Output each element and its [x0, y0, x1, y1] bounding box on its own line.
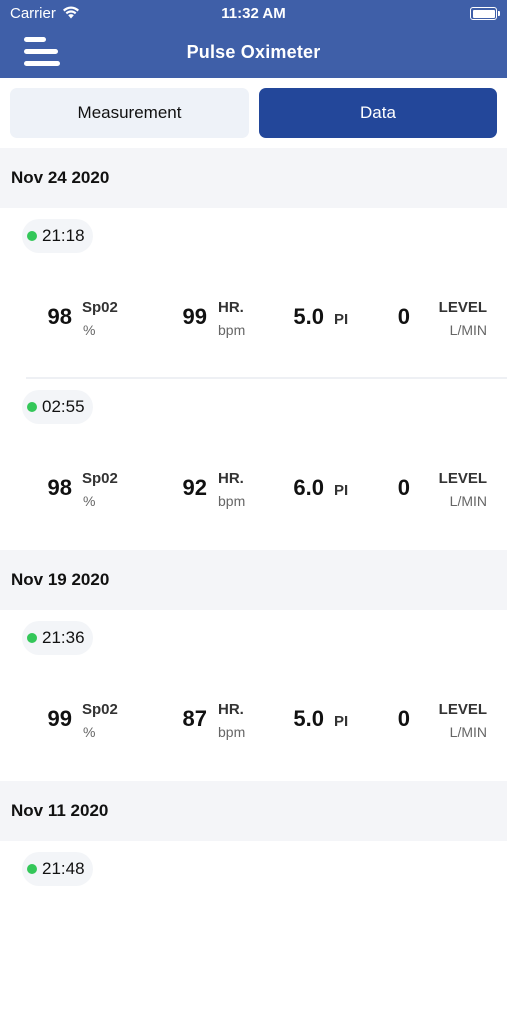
- date-header: Nov 19 2020: [0, 550, 507, 610]
- measurement-record[interactable]: 21:48: [0, 841, 507, 1012]
- date-header: Nov 24 2020: [0, 148, 507, 208]
- measurement-record[interactable]: 21:36 99 Sp02% 87 HR. bpm 5.0 PI 0 LEVEL L/MIN: [0, 610, 507, 781]
- hr-unit: bpm: [218, 322, 246, 338]
- spo2-unit: %: [83, 493, 96, 509]
- hr-label: HR.: [218, 470, 244, 487]
- spo2-label: Sp02: [82, 299, 118, 316]
- time-label: 21:36: [42, 628, 85, 647]
- hr-label: HR.: [218, 299, 244, 316]
- history-list: Nov 24 2020 21:18 98 Sp02% 99 HR. bpm 5.0 PI 0 LEV…: [0, 148, 507, 1012]
- level-value: 0: [397, 304, 410, 329]
- status-dot-icon: [27, 864, 37, 874]
- clock: 11:32 AM: [221, 5, 286, 22]
- navigation-bar: Pulse Oximeter: [0, 28, 507, 78]
- pi-label: PI: [334, 311, 349, 328]
- time-label: 21:48: [42, 859, 85, 878]
- battery-icon: [470, 7, 500, 20]
- tab-data[interactable]: Data: [259, 88, 497, 138]
- spo2-label: Sp02: [82, 470, 118, 487]
- status-dot-icon: [27, 402, 37, 412]
- level-label: LEVEL: [438, 299, 487, 316]
- spo2-value: 98: [47, 304, 72, 329]
- hr-label: HR.: [218, 701, 244, 718]
- hr-unit: bpm: [218, 724, 246, 740]
- status-dot-icon: [27, 633, 37, 643]
- level-unit: L/MIN: [449, 322, 487, 338]
- hr-value: 87: [182, 706, 207, 731]
- spo2-unit: %: [83, 322, 96, 338]
- record-time: 21:36: [22, 621, 93, 655]
- pi-label: PI: [334, 713, 349, 730]
- time-label: 21:18: [42, 226, 85, 245]
- spo2-unit: %: [83, 724, 96, 740]
- measurement-record[interactable]: 21:18 98 Sp02% 99 HR. bpm 5.0 PI 0 LEVEL L/MIN: [0, 208, 507, 379]
- pi-value: 6.0: [293, 475, 324, 500]
- time-label: 02:55: [42, 397, 85, 416]
- level-unit: L/MIN: [449, 493, 487, 509]
- tab-measurement[interactable]: Measurement: [10, 88, 249, 138]
- level-unit: L/MIN: [449, 724, 487, 740]
- level-label: LEVEL: [438, 701, 487, 718]
- level-value: 0: [397, 475, 410, 500]
- page-title: Pulse Oximeter: [186, 42, 321, 62]
- measurement-record[interactable]: 02:55 98 Sp02% 92 HR. bpm 6.0 PI 0 LEVEL L/MIN: [0, 379, 507, 550]
- record-time: 02:55: [22, 390, 93, 424]
- level-value: 0: [397, 706, 410, 731]
- spo2-value: 99: [47, 706, 72, 731]
- hr-value: 92: [182, 475, 207, 500]
- pi-label: PI: [334, 482, 349, 499]
- level-label: LEVEL: [438, 470, 487, 487]
- pi-value: 5.0: [293, 304, 324, 329]
- record-time: 21:18: [22, 219, 93, 253]
- record-time: 21:48: [22, 852, 93, 886]
- status-bar: Carrier 11:32 AM: [0, 0, 507, 28]
- pi-value: 5.0: [293, 706, 324, 731]
- hr-value: 99: [182, 304, 207, 329]
- status-dot-icon: [27, 231, 37, 241]
- hr-unit: bpm: [218, 493, 246, 509]
- date-header: Nov 11 2020: [0, 781, 507, 841]
- spo2-label: Sp02: [82, 701, 118, 718]
- segment-control: Measurement Data: [10, 88, 497, 138]
- spo2-value: 98: [47, 475, 72, 500]
